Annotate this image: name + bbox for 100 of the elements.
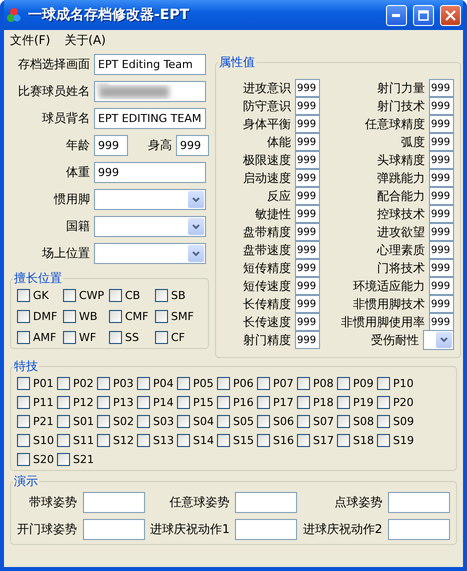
checkbox[interactable]: S09 xyxy=(377,415,417,428)
text-field[interactable]: 999 xyxy=(429,223,454,241)
menu-item[interactable]: 文件(F) xyxy=(10,32,50,48)
checkbox[interactable]: P05 xyxy=(177,377,217,390)
checkbox[interactable]: S12 xyxy=(97,434,137,447)
checkbox[interactable]: S05 xyxy=(217,415,257,428)
text-field[interactable]: 999 xyxy=(295,97,320,115)
checkbox[interactable]: DMF xyxy=(17,310,63,323)
text-field[interactable]: 999 xyxy=(94,135,128,156)
checkbox[interactable]: S21 xyxy=(57,453,97,466)
text-field[interactable]: 999 xyxy=(94,162,206,183)
checkbox[interactable]: S14 xyxy=(177,434,217,447)
checkbox[interactable]: WF xyxy=(63,331,109,344)
checkbox[interactable]: P04 xyxy=(137,377,177,390)
text-field[interactable]: 999 xyxy=(295,277,320,295)
dropdown[interactable] xyxy=(94,216,206,237)
text-field[interactable]: 999 xyxy=(429,187,454,205)
text-field[interactable]: 999 xyxy=(176,135,209,156)
checkbox[interactable]: CMF xyxy=(109,310,155,323)
text-field[interactable]: 999 xyxy=(295,133,320,151)
checkbox[interactable]: P15 xyxy=(177,396,217,409)
text-field[interactable]: 999 xyxy=(429,295,454,313)
checkbox[interactable]: P12 xyxy=(57,396,97,409)
checkbox[interactable]: S07 xyxy=(297,415,337,428)
text-field[interactable] xyxy=(388,519,450,540)
checkbox[interactable]: S16 xyxy=(257,434,297,447)
text-field[interactable]: 999 xyxy=(429,205,454,223)
text-field[interactable]: 999 xyxy=(429,169,454,187)
checkbox[interactable]: P06 xyxy=(217,377,257,390)
text-field[interactable]: 999 xyxy=(429,151,454,169)
checkbox[interactable]: CWP xyxy=(63,289,109,302)
checkbox[interactable]: S11 xyxy=(57,434,97,447)
text-field[interactable]: 999 xyxy=(429,115,454,133)
checkbox[interactable]: GK xyxy=(17,289,63,302)
checkbox[interactable]: P21 xyxy=(17,415,57,428)
text-field[interactable]: 999 xyxy=(295,187,320,205)
checkbox[interactable]: S10 xyxy=(17,434,57,447)
text-field[interactable] xyxy=(94,81,206,102)
checkbox[interactable]: P19 xyxy=(337,396,377,409)
text-field[interactable]: 999 xyxy=(429,133,454,151)
text-field[interactable] xyxy=(82,519,145,540)
text-field[interactable]: 999 xyxy=(429,277,454,295)
checkbox[interactable]: P10 xyxy=(377,377,417,390)
checkbox[interactable]: AMF xyxy=(17,331,63,344)
checkbox[interactable]: S15 xyxy=(217,434,257,447)
text-field[interactable]: 999 xyxy=(295,241,320,259)
checkbox[interactable]: SB xyxy=(155,289,201,302)
text-field[interactable] xyxy=(235,519,298,540)
checkbox[interactable]: P18 xyxy=(297,396,337,409)
checkbox[interactable]: P13 xyxy=(97,396,137,409)
checkbox[interactable]: CF xyxy=(155,331,201,344)
checkbox[interactable]: S13 xyxy=(137,434,177,447)
checkbox[interactable]: P20 xyxy=(377,396,417,409)
checkbox[interactable]: P09 xyxy=(337,377,377,390)
checkbox[interactable]: WB xyxy=(63,310,109,323)
text-field[interactable]: 999 xyxy=(295,223,320,241)
maximize-button[interactable] xyxy=(413,4,434,26)
text-field[interactable]: 999 xyxy=(429,97,454,115)
dropdown[interactable] xyxy=(423,330,454,350)
text-field[interactable]: 999 xyxy=(295,205,320,223)
checkbox[interactable]: S04 xyxy=(177,415,217,428)
checkbox[interactable]: P08 xyxy=(297,377,337,390)
checkbox[interactable]: P03 xyxy=(97,377,137,390)
text-field[interactable]: 999 xyxy=(429,241,454,259)
text-field[interactable]: 999 xyxy=(429,79,454,97)
checkbox[interactable]: SMF xyxy=(155,310,201,323)
text-field[interactable]: 999 xyxy=(295,259,320,277)
checkbox[interactable]: SS xyxy=(109,331,155,344)
checkbox[interactable]: P07 xyxy=(257,377,297,390)
text-field[interactable]: 999 xyxy=(295,331,320,349)
text-field[interactable] xyxy=(82,492,145,513)
checkbox[interactable]: P14 xyxy=(137,396,177,409)
text-field[interactable]: 999 xyxy=(429,313,454,331)
text-field[interactable] xyxy=(388,492,450,513)
dropdown[interactable] xyxy=(94,243,206,264)
text-field[interactable]: EPT Editing Team xyxy=(94,54,206,75)
checkbox[interactable]: CB xyxy=(109,289,155,302)
checkbox[interactable]: P02 xyxy=(57,377,97,390)
checkbox[interactable]: P17 xyxy=(257,396,297,409)
checkbox[interactable]: S17 xyxy=(297,434,337,447)
checkbox[interactable]: S03 xyxy=(137,415,177,428)
checkbox[interactable]: S02 xyxy=(97,415,137,428)
checkbox[interactable]: S01 xyxy=(57,415,97,428)
text-field[interactable]: 999 xyxy=(295,295,320,313)
text-field[interactable]: 999 xyxy=(295,79,320,97)
checkbox[interactable]: S06 xyxy=(257,415,297,428)
minimize-button[interactable] xyxy=(386,4,407,26)
checkbox[interactable]: P16 xyxy=(217,396,257,409)
checkbox[interactable]: P11 xyxy=(17,396,57,409)
text-field[interactable]: 999 xyxy=(295,313,320,331)
checkbox[interactable]: S20 xyxy=(17,453,57,466)
text-field[interactable] xyxy=(235,492,298,513)
checkbox[interactable]: S08 xyxy=(337,415,377,428)
text-field[interactable]: 999 xyxy=(429,259,454,277)
checkbox[interactable]: S18 xyxy=(337,434,377,447)
text-field[interactable]: EPT EDITING TEAM xyxy=(94,108,206,129)
checkbox[interactable]: S19 xyxy=(377,434,417,447)
checkbox[interactable]: P01 xyxy=(17,377,57,390)
text-field[interactable]: 999 xyxy=(295,169,320,187)
text-field[interactable]: 999 xyxy=(295,151,320,169)
